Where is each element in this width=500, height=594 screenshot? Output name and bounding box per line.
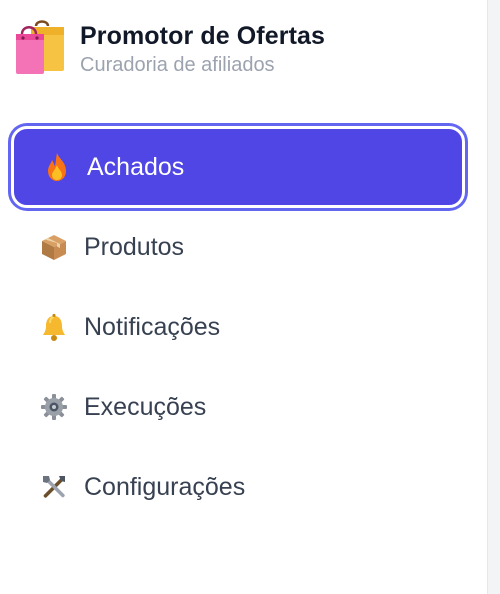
sidebar-item-label: Achados [87, 153, 185, 181]
package-icon [38, 231, 70, 263]
sidebar-item-label: Notificações [84, 313, 221, 341]
gear-icon [38, 391, 70, 423]
shopping-bags-icon [14, 18, 66, 76]
sidebar-item-label: Execuções [84, 393, 207, 421]
sidebar-nav: Achados Produtos Notificações Execuções … [10, 122, 468, 528]
brand-subtitle: Curadoria de afiliados [80, 54, 275, 76]
fire-icon [41, 151, 73, 183]
tools-icon [38, 471, 70, 503]
bell-icon [38, 311, 70, 343]
sidebar-item-execucoes[interactable]: Execuções [10, 368, 468, 446]
brand-title: Promotor de Ofertas [80, 22, 326, 50]
sidebar-item-produtos[interactable]: Produtos [10, 208, 468, 286]
sidebar-item-label: Produtos [84, 233, 185, 261]
sidebar-item-label: Configurações [84, 473, 246, 501]
sidebar-item-achados[interactable]: Achados [11, 126, 465, 208]
sidebar-item-notificacoes[interactable]: Notificações [10, 288, 468, 366]
sidebar-item-configuracoes[interactable]: Configurações [10, 448, 468, 526]
sidebar: Promotor de Ofertas Curadoria de afiliad… [0, 0, 488, 594]
content-area-edge [487, 0, 500, 594]
brand[interactable]: Promotor de Ofertas Curadoria de afiliad… [14, 18, 325, 78]
